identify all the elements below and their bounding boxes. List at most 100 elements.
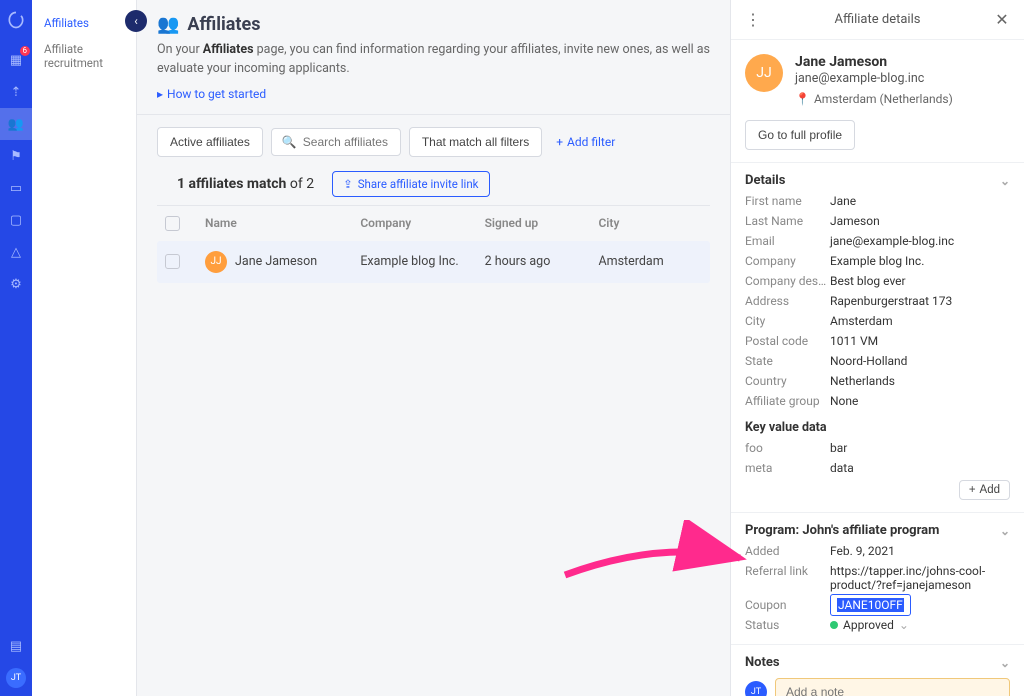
kvd-key-1: meta bbox=[745, 461, 830, 475]
collapse-subnav-button[interactable]: ‹ bbox=[125, 10, 147, 32]
note-input[interactable] bbox=[775, 678, 1010, 696]
chevron-down-icon: ⌄ bbox=[1000, 524, 1010, 538]
kvd-val-0: bar bbox=[830, 441, 1010, 455]
label-email: Email bbox=[745, 234, 830, 248]
note-input-row: JT bbox=[745, 678, 1010, 696]
rail-flag[interactable]: ⚑ bbox=[0, 140, 32, 172]
details-heading[interactable]: Details ⌄ bbox=[745, 173, 1010, 188]
page-header: 👥 Affiliates On your Affiliates page, yo… bbox=[137, 0, 730, 115]
note-author-avatar: JT bbox=[745, 681, 767, 696]
kvd-heading: Key value data bbox=[745, 420, 1010, 435]
row-avatar: JJ bbox=[205, 251, 227, 273]
rail-user-avatar[interactable]: JT bbox=[6, 668, 26, 688]
value-country: Netherlands bbox=[830, 374, 1010, 388]
status-dot-icon bbox=[830, 621, 838, 629]
rail-archive[interactable]: ▤ bbox=[0, 630, 32, 662]
panel-title: Affiliate details bbox=[761, 12, 994, 27]
label-company-descr: Company descri... bbox=[745, 274, 830, 288]
rail-dashboard[interactable]: ▦ 6 bbox=[0, 44, 32, 76]
chevron-left-icon: ‹ bbox=[134, 14, 138, 28]
results-count: 1 affiliates match of 2 bbox=[177, 176, 314, 192]
label-postal: Postal code bbox=[745, 334, 830, 348]
label-company: Company bbox=[745, 254, 830, 268]
row-name-text: Jane Jameson bbox=[235, 254, 317, 269]
panel-location: 📍 Amsterdam (Netherlands) bbox=[795, 92, 953, 106]
rail-affiliates[interactable]: 👥 bbox=[0, 108, 32, 140]
row-checkbox[interactable] bbox=[165, 254, 180, 269]
filters-row: Active affiliates 🔍 That match all filte… bbox=[137, 115, 730, 157]
rail-payments[interactable]: ▭ bbox=[0, 172, 32, 204]
notes-section: Notes ⌄ JT JT Great person! bbox=[731, 644, 1024, 696]
value-email: jane@example-blog.inc bbox=[830, 234, 1010, 248]
box-icon: ▢ bbox=[10, 213, 22, 228]
active-affiliates-filter[interactable]: Active affiliates bbox=[157, 127, 263, 157]
subnav-recruitment[interactable]: Affiliate recruitment bbox=[32, 36, 136, 76]
value-company: Example blog Inc. bbox=[830, 254, 1010, 268]
archive-icon: ▤ bbox=[10, 639, 22, 654]
chart-icon: ⇡ bbox=[11, 85, 22, 100]
grid-icon: ▦ bbox=[10, 53, 22, 68]
status-dropdown[interactable]: Approved ⌄ bbox=[830, 618, 909, 632]
panel-identity: JJ Jane Jameson jane@example-blog.inc 📍 … bbox=[731, 40, 1024, 120]
share-invite-button[interactable]: ⇪ Share affiliate invite link bbox=[332, 171, 489, 197]
value-state: Noord-Holland bbox=[830, 354, 1010, 368]
label-state: State bbox=[745, 354, 830, 368]
coupon-input[interactable]: JANE10OFF bbox=[830, 594, 911, 616]
search-input[interactable] bbox=[303, 135, 390, 149]
coupon-input-wrapper[interactable]: JANE10OFF bbox=[830, 598, 1010, 612]
subnav-affiliates[interactable]: Affiliates bbox=[32, 10, 136, 36]
how-to-link[interactable]: ▸ How to get started bbox=[157, 87, 266, 101]
page-title-text: Affiliates bbox=[187, 14, 260, 35]
value-referral: https://tapper.inc/johns-cool-product/?r… bbox=[830, 564, 1010, 592]
kvd-val-1: data bbox=[830, 461, 1010, 475]
match-all-filter[interactable]: That match all filters bbox=[409, 127, 542, 157]
add-filter-button[interactable]: + Add filter bbox=[550, 128, 621, 156]
value-company-descr: Best blog ever bbox=[830, 274, 1010, 288]
cell-signed-up: 2 hours ago bbox=[485, 254, 599, 269]
program-section: Program: John's affiliate program ⌄ Adde… bbox=[731, 512, 1024, 644]
panel-email: jane@example-blog.inc bbox=[795, 71, 953, 86]
rail-settings[interactable]: ⚙ bbox=[0, 268, 32, 300]
panel-name: Jane Jameson bbox=[795, 54, 953, 70]
value-first-name: Jane bbox=[830, 194, 1010, 208]
rail-box[interactable]: ▢ bbox=[0, 204, 32, 236]
rail-bottom: ▤ JT bbox=[0, 630, 32, 696]
plus-icon: + bbox=[556, 135, 563, 149]
cell-city: Amsterdam bbox=[598, 254, 702, 269]
col-company: Company bbox=[360, 216, 484, 230]
panel-avatar: JJ bbox=[745, 54, 783, 92]
program-heading[interactable]: Program: John's affiliate program ⌄ bbox=[745, 523, 1010, 538]
value-group: None bbox=[830, 394, 1010, 408]
cell-company: Example blog Inc. bbox=[360, 254, 484, 269]
results-bar: 1 affiliates match of 2 ⇪ Share affiliat… bbox=[157, 157, 710, 206]
label-last-name: Last Name bbox=[745, 214, 830, 228]
go-to-full-profile-button[interactable]: Go to full profile bbox=[745, 120, 855, 150]
chevron-down-icon: ⌄ bbox=[1000, 656, 1010, 670]
table-row[interactable]: JJ Jane Jameson Example blog Inc. 2 hour… bbox=[157, 241, 710, 283]
share-invite-label: Share affiliate invite link bbox=[358, 177, 479, 191]
value-postal: 1011 VM bbox=[830, 334, 1010, 348]
label-address: Address bbox=[745, 294, 830, 308]
panel-close-button[interactable]: ✕ bbox=[994, 10, 1010, 29]
chevron-down-icon: ⌄ bbox=[1000, 174, 1010, 188]
nav-rail: ▦ 6 ⇡ 👥 ⚑ ▭ ▢ △ ⚙ ▤ JT bbox=[0, 0, 32, 696]
kvd-key-0: foo bbox=[745, 441, 830, 455]
play-icon: ▸ bbox=[157, 87, 163, 101]
search-input-wrapper[interactable]: 🔍 bbox=[271, 128, 401, 156]
rail-analytics[interactable]: ⇡ bbox=[0, 76, 32, 108]
kvd-add-button[interactable]: + Add bbox=[959, 480, 1010, 500]
select-all-checkbox[interactable] bbox=[165, 216, 180, 231]
col-city: City bbox=[598, 216, 702, 230]
value-last-name: Jameson bbox=[830, 214, 1010, 228]
panel-menu-button[interactable]: ⋮ bbox=[745, 10, 761, 29]
value-address: Rapenburgerstraat 173 bbox=[830, 294, 1010, 308]
rail-triangle[interactable]: △ bbox=[0, 236, 32, 268]
flag-icon: ⚑ bbox=[10, 149, 22, 164]
how-to-label: How to get started bbox=[167, 87, 266, 101]
subnav: ‹ Affiliates Affiliate recruitment bbox=[32, 0, 137, 696]
label-status: Status bbox=[745, 618, 830, 632]
logo-icon bbox=[6, 10, 26, 30]
page-title: 👥 Affiliates bbox=[157, 14, 710, 35]
table-header: Name Company Signed up City bbox=[157, 206, 710, 241]
notes-heading[interactable]: Notes ⌄ bbox=[745, 655, 1010, 670]
